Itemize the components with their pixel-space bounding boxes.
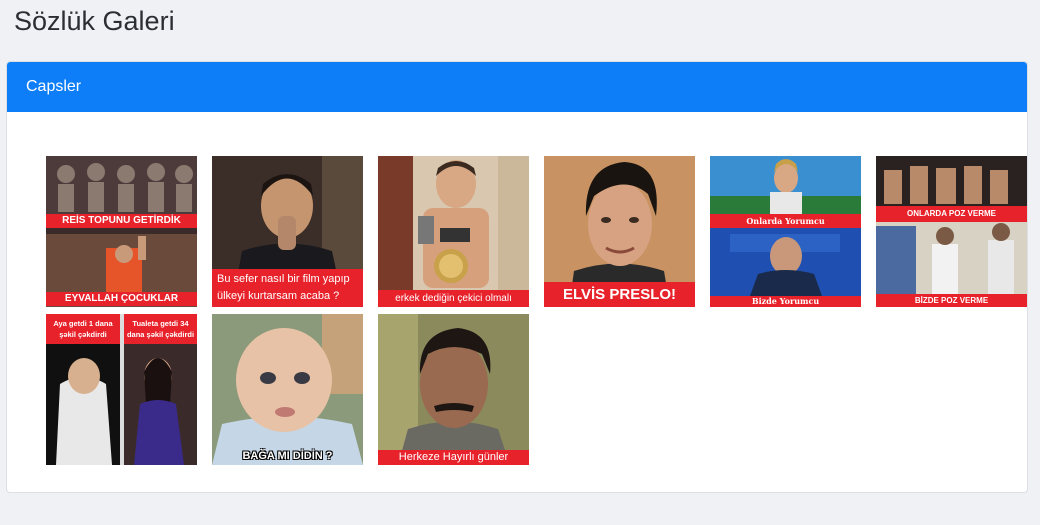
poz-verme-image (876, 156, 1027, 294)
gallery-thumb[interactable]: Aya getdi 1 dana şəkil çəkdirdi Tualeta … (46, 314, 197, 465)
thumb-caption: REİS TOPUNU GETİRDİK (46, 214, 197, 228)
thumb-caption: Herkeze Hayırlı günler (378, 450, 529, 465)
gallery-thumb[interactable]: ELVİS PRESLO! (544, 156, 695, 307)
gallery-thumb[interactable]: REİS TOPUNU GETİRDİK EYVALLAH ÇOCUKLAR (46, 156, 197, 307)
baby-face-image (212, 314, 363, 465)
thumb-caption: erkek dediğin çekici olmalı (378, 290, 529, 307)
football-meme-image (46, 156, 197, 307)
gallery-thumb[interactable]: Onlarda Yorumcu Bizde Yorumcu (710, 156, 861, 307)
thumb-caption: Bu sefer nasıl bir film yapıp ülkeyi kur… (212, 269, 363, 307)
thumb-caption: Bizde Yorumcu (710, 296, 861, 307)
thumb-caption: ELVİS PRESLO! (544, 282, 695, 307)
thumb-caption: Onlarda Yorumcu (710, 214, 861, 228)
gallery-thumb[interactable]: BAĞA MI DİDİN ? (212, 314, 363, 465)
boy-with-phones-image (378, 156, 529, 307)
thumb-caption: Tualeta getdi 34 dana şəkil çəkdirdi (124, 314, 197, 344)
thumb-caption: BAĞA MI DİDİN ? (242, 450, 333, 462)
gallery-thumb[interactable]: Herkeze Hayırlı günler (378, 314, 529, 465)
tv-commentator-image (710, 156, 861, 296)
thumb-caption: EYVALLAH ÇOCUKLAR (46, 292, 197, 306)
card-header: Capsler (7, 62, 1027, 112)
thumb-caption: ONLARDA POZ VERME (876, 206, 1027, 222)
gallery-thumb[interactable]: erkek dediğin çekici olmalı (378, 156, 529, 307)
thumb-caption: BİZDE POZ VERME (876, 294, 1027, 307)
mustache-man-image (378, 314, 529, 465)
gallery-thumb[interactable]: Bu sefer nasıl bir film yapıp ülkeyi kur… (212, 156, 363, 307)
thumb-caption: Aya getdi 1 dana şəkil çəkdirdi (46, 314, 120, 344)
page-title: Sözlük Galeri (14, 6, 175, 36)
gallery-thumb[interactable]: ONLARDA POZ VERME BİZDE POZ VERME (876, 156, 1027, 307)
